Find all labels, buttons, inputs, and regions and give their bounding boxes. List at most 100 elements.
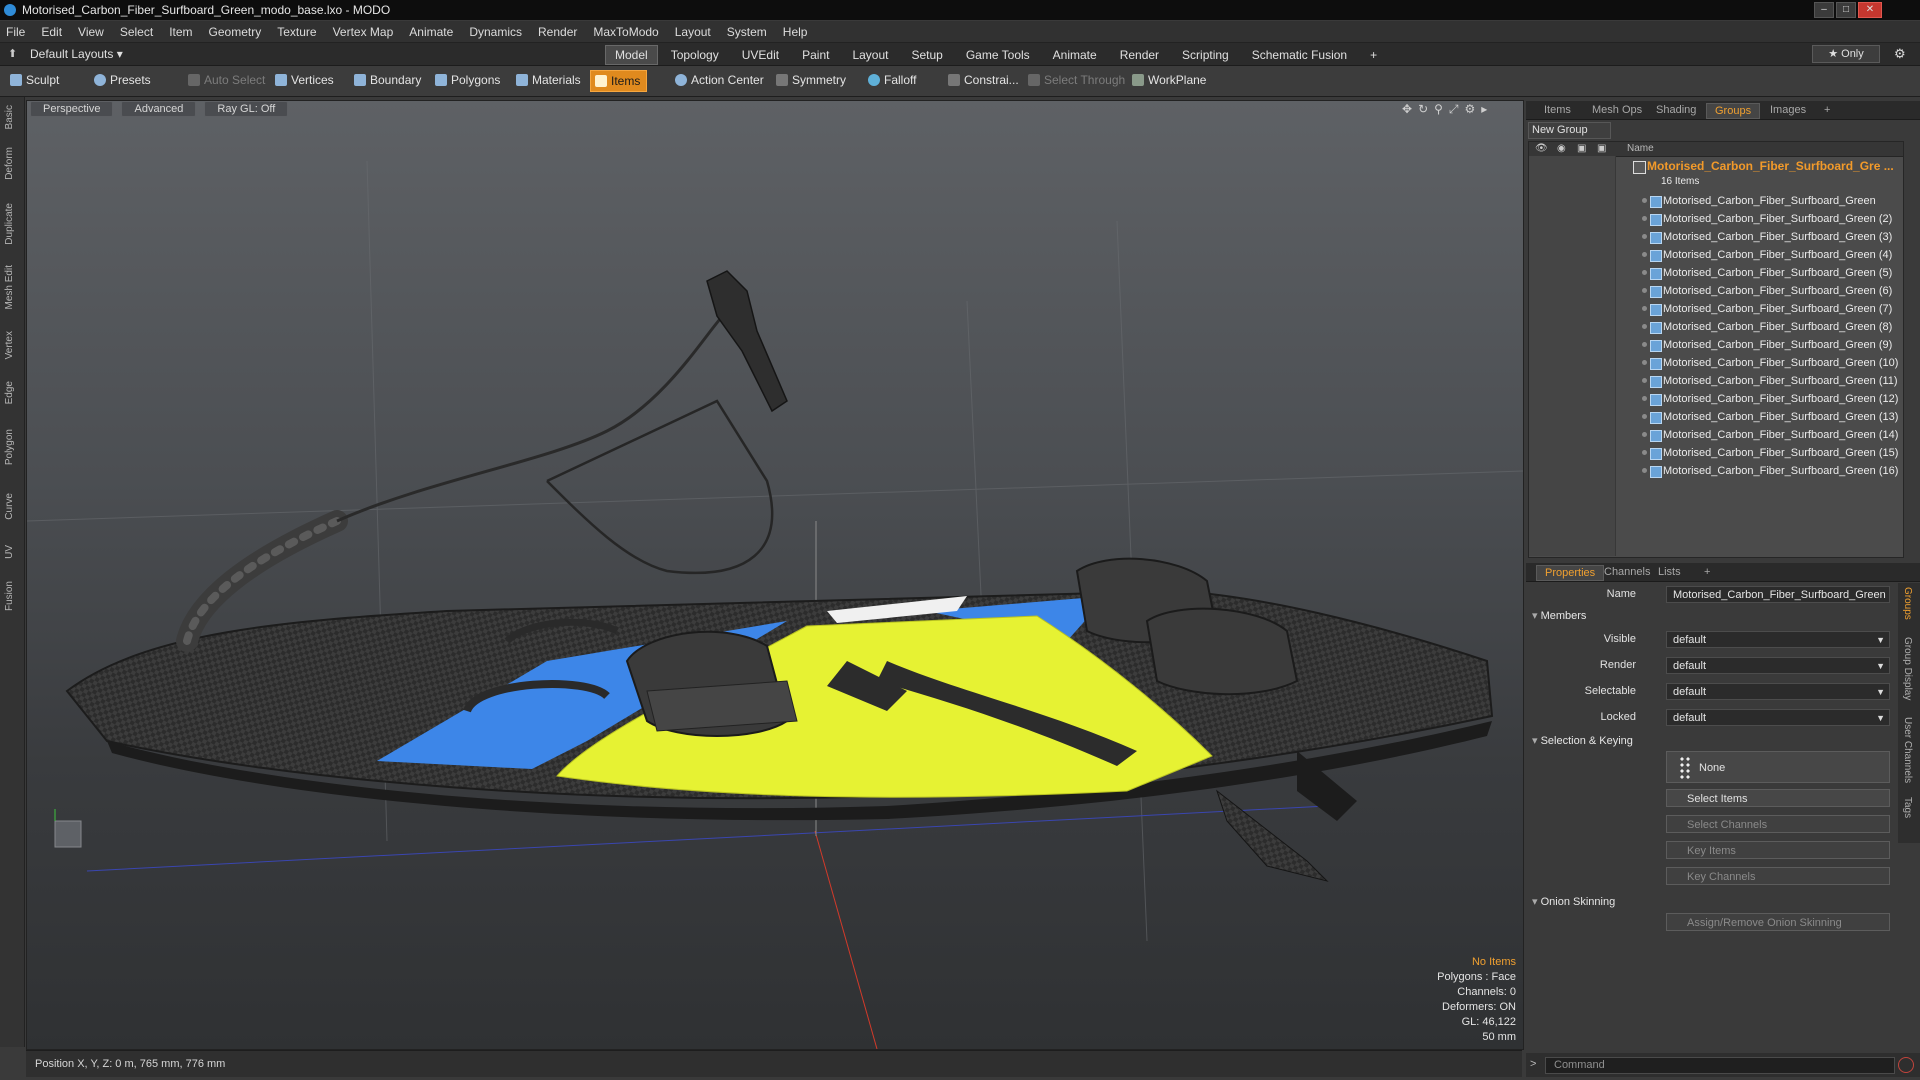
tree-row[interactable]: Motorised_Carbon_Fiber_Surfboard_Green (… [1529,246,1903,264]
menu-item-layout[interactable]: Layout [675,25,711,39]
left-tab-duplicate[interactable]: Duplicate [4,203,15,245]
expand-dot-icon[interactable] [1642,216,1647,221]
left-tab-uv[interactable]: UV [4,545,15,559]
render-dropdown[interactable]: default ▼ [1666,657,1890,674]
default-layouts-dropdown[interactable]: Default Layouts ▾ [30,47,123,61]
only-button[interactable]: ★ Only [1812,45,1880,63]
perspective-button[interactable]: Perspective [30,101,114,117]
add-properties-tab-button[interactable]: + [1696,565,1718,579]
expand-dot-icon[interactable] [1642,324,1647,329]
locked-dropdown[interactable]: default ▼ [1666,709,1890,726]
menu-item-file[interactable]: File [6,25,25,39]
items-tab-shading[interactable]: Shading [1648,103,1704,117]
side-tab-groups[interactable]: Groups [1902,587,1913,620]
select-items-button[interactable]: Select Items [1666,789,1890,807]
render-column-icon[interactable]: ◉ [1557,143,1566,154]
expand-dot-icon[interactable] [1642,450,1647,455]
expand-dot-icon[interactable] [1642,252,1647,257]
layout-tab-setup[interactable]: Setup [901,45,953,65]
minimize-button[interactable]: – [1814,2,1834,18]
add-items-tab-button[interactable]: + [1816,103,1838,117]
items-tab-items[interactable]: Items [1536,103,1579,117]
boundary-button[interactable]: Boundary [350,70,427,90]
left-tab-fusion[interactable]: Fusion [4,581,15,611]
gear-icon[interactable]: ⚙ [1894,46,1906,62]
tree-row[interactable]: Motorised_Carbon_Fiber_Surfboard_Green (… [1529,462,1903,480]
zoom-icon[interactable]: ⚲ [1434,102,1443,117]
side-tab-user-channels[interactable]: User Channels [1902,717,1913,783]
select-column-icon[interactable]: ▣ [1597,143,1606,154]
expand-arrow-icon[interactable]: ▸ [1481,102,1487,117]
assign-onion-skinning-button[interactable]: Assign/Remove Onion Skinning [1666,913,1890,931]
menu-item-texture[interactable]: Texture [277,25,316,39]
record-icon[interactable] [1898,1057,1914,1073]
properties-tab-lists[interactable]: Lists [1650,565,1689,579]
auto-select-button[interactable]: Auto Select [184,70,271,90]
key-channels-button[interactable]: Key Channels [1666,867,1890,885]
layout-arrow-icon[interactable]: ⬆ [8,47,17,60]
fit-icon[interactable]: ⤢ [1449,102,1459,117]
menu-item-system[interactable]: System [727,25,767,39]
expand-dot-icon[interactable] [1642,414,1647,419]
layout-tab-topology[interactable]: Topology [660,45,729,65]
group-name[interactable]: Motorised_Carbon_Fiber_Surfboard_Gre ... [1647,159,1894,173]
select-channels-button[interactable]: Select Channels [1666,815,1890,833]
sculpt-button[interactable]: Sculpt [6,70,65,90]
symmetry-button[interactable]: Symmetry [772,70,852,90]
materials-button[interactable]: Materials [512,70,587,90]
menu-item-view[interactable]: View [78,25,104,39]
side-tab-tags[interactable]: Tags [1902,797,1913,818]
items-tab-groups[interactable]: Groups [1706,103,1761,119]
tree-row[interactable]: Motorised_Carbon_Fiber_Surfboard_Green (… [1529,444,1903,462]
advanced-button[interactable]: Advanced [121,101,197,117]
ray-gl-button[interactable]: Ray GL: Off [204,101,289,117]
tree-row[interactable]: Motorised_Carbon_Fiber_Surfboard_Green (… [1529,318,1903,336]
expand-dot-icon[interactable] [1642,360,1647,365]
left-tab-edge[interactable]: Edge [4,381,15,404]
presets-button[interactable]: Presets [90,70,157,90]
tree-row[interactable]: Motorised_Carbon_Fiber_Surfboard_Green (… [1529,300,1903,318]
tree-row[interactable]: Motorised_Carbon_Fiber_Surfboard_Green [1529,192,1903,210]
onion-skinning-section[interactable]: Onion Skinning [1532,895,1616,908]
tree-row[interactable]: Motorised_Carbon_Fiber_Surfboard_Green (… [1529,390,1903,408]
menu-item-item[interactable]: Item [169,25,192,39]
expand-dot-icon[interactable] [1642,396,1647,401]
left-tab-vertex[interactable]: Vertex [4,331,15,359]
tree-row[interactable]: Motorised_Carbon_Fiber_Surfboard_Green (… [1529,336,1903,354]
expand-dot-icon[interactable] [1642,198,1647,203]
tree-row[interactable]: Motorised_Carbon_Fiber_Surfboard_Green (… [1529,372,1903,390]
menu-item-geometry[interactable]: Geometry [209,25,262,39]
expand-dot-icon[interactable] [1642,342,1647,347]
expand-dot-icon[interactable] [1642,378,1647,383]
name-field[interactable]: Motorised_Carbon_Fiber_Surfboard_Green ( [1666,586,1890,603]
layout-tab-schematic-fusion[interactable]: Schematic Fusion [1241,45,1358,65]
items-tab-images[interactable]: Images [1762,103,1814,117]
falloff-button[interactable]: Falloff [864,70,922,90]
vertices-button[interactable]: Vertices [271,70,340,90]
selection-keying-section[interactable]: Selection & Keying [1532,734,1633,747]
expand-dot-icon[interactable] [1642,234,1647,239]
properties-tab-properties[interactable]: Properties [1536,565,1605,581]
menu-item-help[interactable]: Help [783,25,808,39]
items-button[interactable]: Items [590,70,648,92]
constraints-button[interactable]: Constrai... [944,70,1025,90]
viewport-settings-icon[interactable]: ⚙ [1465,102,1476,117]
menu-item-select[interactable]: Select [120,25,153,39]
items-tab-mesh-ops[interactable]: Mesh Ops [1584,103,1650,117]
tree-row[interactable]: Motorised_Carbon_Fiber_Surfboard_Green (… [1529,426,1903,444]
polygons-button[interactable]: Polygons [431,70,506,90]
new-group-button[interactable]: New Group [1528,122,1611,139]
menu-item-maxtomodo[interactable]: MaxToModo [593,25,658,39]
command-input[interactable]: Command [1545,1057,1895,1074]
layout-tab-game-tools[interactable]: Game Tools [955,45,1040,65]
visible-dropdown[interactable]: default ▼ [1666,631,1890,648]
workplane-button[interactable]: WorkPlane [1128,70,1212,90]
left-tab-polygon[interactable]: Polygon [4,429,15,465]
menu-item-vertex-map[interactable]: Vertex Map [333,25,394,39]
menu-item-animate[interactable]: Animate [409,25,453,39]
3d-viewport[interactable] [26,100,1524,1050]
select-through-button[interactable]: Select Through [1024,70,1131,90]
layout-tab-model[interactable]: Model [605,45,658,65]
lock-column-icon[interactable]: ▣ [1577,143,1586,154]
tree-row[interactable]: Motorised_Carbon_Fiber_Surfboard_Green (… [1529,354,1903,372]
